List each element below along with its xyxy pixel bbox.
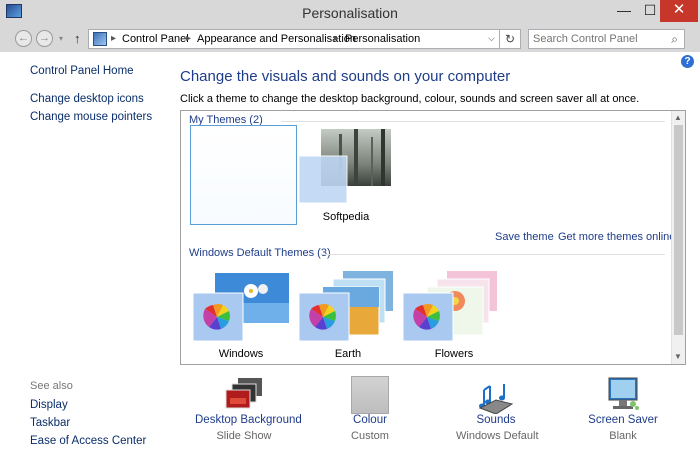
breadcrumb-control-panel[interactable]: Control Panel (122, 33, 189, 45)
breadcrumb-appearance[interactable]: Appearance and Personalisation (197, 33, 356, 45)
screen-saver-button[interactable]: Screen Saver Blank (588, 376, 658, 442)
themes-scrollbar[interactable]: ▲ ▼ (671, 111, 685, 364)
page-subtitle: Click a theme to change the desktop back… (180, 93, 640, 105)
recent-locations-dropdown[interactable]: ▾ (59, 34, 63, 43)
themes-list[interactable]: My Themes (2) Softpedia Save theme Get m… (180, 110, 686, 365)
left-pane: Control Panel Home Change desktop icons … (0, 52, 170, 467)
sounds-button[interactable]: Sounds Windows Default (456, 376, 539, 442)
softpedia-thumbnail (299, 129, 391, 204)
colour-label[interactable]: Colour (338, 414, 402, 426)
flowers-thumbnail (403, 271, 497, 342)
breadcrumb-personalisation[interactable]: Personalisation (345, 33, 420, 45)
breadcrumb-separator[interactable]: ▸ (334, 33, 339, 44)
desktop-background-value: Slide Show (216, 430, 272, 442)
personalisation-window: Personalisation — ☐ ✕ ← → ▾ ↑ ▸ Control … (0, 0, 700, 467)
title-bar[interactable]: Personalisation — ☐ ✕ (0, 0, 700, 26)
earth-thumbnail (299, 271, 393, 342)
control-panel-icon (93, 32, 107, 46)
back-button[interactable]: ← (15, 30, 32, 47)
unsaved-theme-tile[interactable] (190, 125, 297, 225)
page-title: Change the visuals and sounds on your co… (180, 68, 511, 85)
scroll-up-icon[interactable]: ▲ (674, 113, 682, 122)
search-box[interactable]: ⌕ (528, 29, 685, 49)
theme-label: Windows (218, 348, 264, 360)
change-desktop-icons-link[interactable]: Change desktop icons (30, 93, 144, 105)
default-themes-heading: Windows Default Themes (3) (189, 247, 331, 259)
breadcrumb-separator[interactable]: ▸ (186, 33, 191, 44)
sounds-value: Windows Default (456, 430, 539, 442)
windows-thumbnail (193, 273, 289, 342)
desktop-background-icon (225, 378, 262, 409)
screen-saver-value: Blank (609, 430, 637, 442)
desktop-background-button[interactable]: Desktop Background Slide Show (195, 376, 302, 442)
colour-button[interactable]: Colour Custom (338, 376, 402, 442)
up-button[interactable]: ↑ (74, 31, 81, 46)
scroll-down-icon[interactable]: ▼ (674, 352, 682, 361)
forward-button[interactable]: → (36, 30, 53, 47)
screen-saver-icon (608, 377, 639, 410)
theme-label: Earth (334, 348, 362, 360)
minimize-button[interactable]: — (611, 0, 637, 22)
colour-value: Custom (351, 430, 389, 442)
theme-label: Softpedia (322, 211, 370, 223)
scrollbar-thumb[interactable] (674, 125, 683, 335)
window-title: Personalisation (302, 5, 398, 21)
desktop-background-label[interactable]: Desktop Background (195, 414, 302, 426)
close-button[interactable]: ✕ (660, 0, 698, 22)
colour-icon (351, 376, 389, 414)
search-icon[interactable]: ⌕ (671, 32, 678, 47)
sounds-icon (478, 384, 514, 414)
taskbar-link[interactable]: Taskbar (30, 417, 70, 429)
get-more-themes-link[interactable]: Get more themes online (558, 231, 675, 243)
content-area: Control Panel Home Change desktop icons … (0, 52, 700, 467)
screen-saver-label[interactable]: Screen Saver (588, 414, 658, 426)
search-input[interactable] (533, 32, 663, 46)
address-bar[interactable]: ▸ Control Panel ▸ Appearance and Persona… (88, 29, 500, 49)
control-panel-home-link[interactable]: Control Panel Home (30, 65, 134, 77)
address-dropdown-icon[interactable]: ⌵ (488, 33, 495, 44)
breadcrumb-separator[interactable]: ▸ (111, 33, 116, 44)
refresh-button[interactable]: ↻ (499, 29, 521, 49)
navigation-bar: ← → ▾ ↑ ▸ Control Panel ▸ Appearance and… (0, 26, 700, 52)
group-divider (321, 254, 665, 255)
see-also-label: See also (30, 380, 73, 392)
help-icon[interactable]: ? (681, 55, 694, 68)
change-mouse-pointers-link[interactable]: Change mouse pointers (30, 111, 152, 123)
display-link[interactable]: Display (30, 399, 68, 411)
sounds-label[interactable]: Sounds (456, 414, 536, 426)
group-divider (281, 121, 665, 122)
ease-of-access-link[interactable]: Ease of Access Center (30, 435, 146, 447)
theme-label: Flowers (434, 348, 474, 360)
save-theme-link[interactable]: Save theme (495, 231, 554, 243)
